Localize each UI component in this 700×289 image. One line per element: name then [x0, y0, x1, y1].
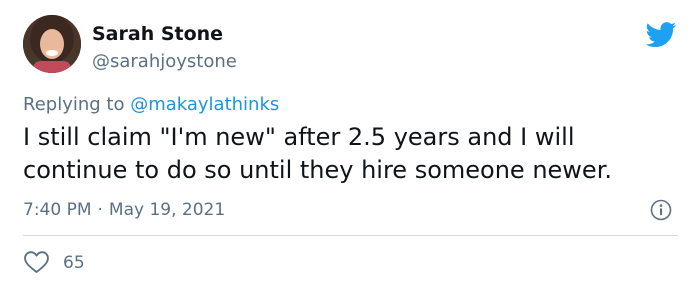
author-display-name[interactable]: Sarah Stone — [92, 22, 223, 46]
author-handle[interactable]: @sarahjoystone — [92, 51, 237, 73]
tweet-time[interactable]: 7:40 PM — [23, 200, 92, 220]
tweet-text: I still claim "I'm new" after 2.5 years … — [23, 123, 612, 184]
info-icon[interactable] — [650, 199, 672, 221]
avatar[interactable] — [23, 15, 81, 73]
tweet-card: Sarah Stone @sarahjoystone Replying to @… — [0, 0, 700, 289]
tweet-date[interactable]: May 19, 2021 — [109, 200, 225, 220]
tweet-timestamp[interactable]: 7:40 PM · May 19, 2021 — [23, 198, 225, 222]
reply-prefix: Replying to — [23, 94, 131, 115]
reply-context: Replying to @makaylathinks — [23, 93, 279, 117]
meta-separator: · — [97, 200, 103, 220]
divider — [23, 235, 678, 236]
heart-icon[interactable] — [23, 250, 50, 274]
like-count: 65 — [63, 253, 85, 273]
reply-mention-link[interactable]: @makaylathinks — [130, 94, 279, 115]
twitter-bird-icon[interactable] — [645, 22, 677, 48]
